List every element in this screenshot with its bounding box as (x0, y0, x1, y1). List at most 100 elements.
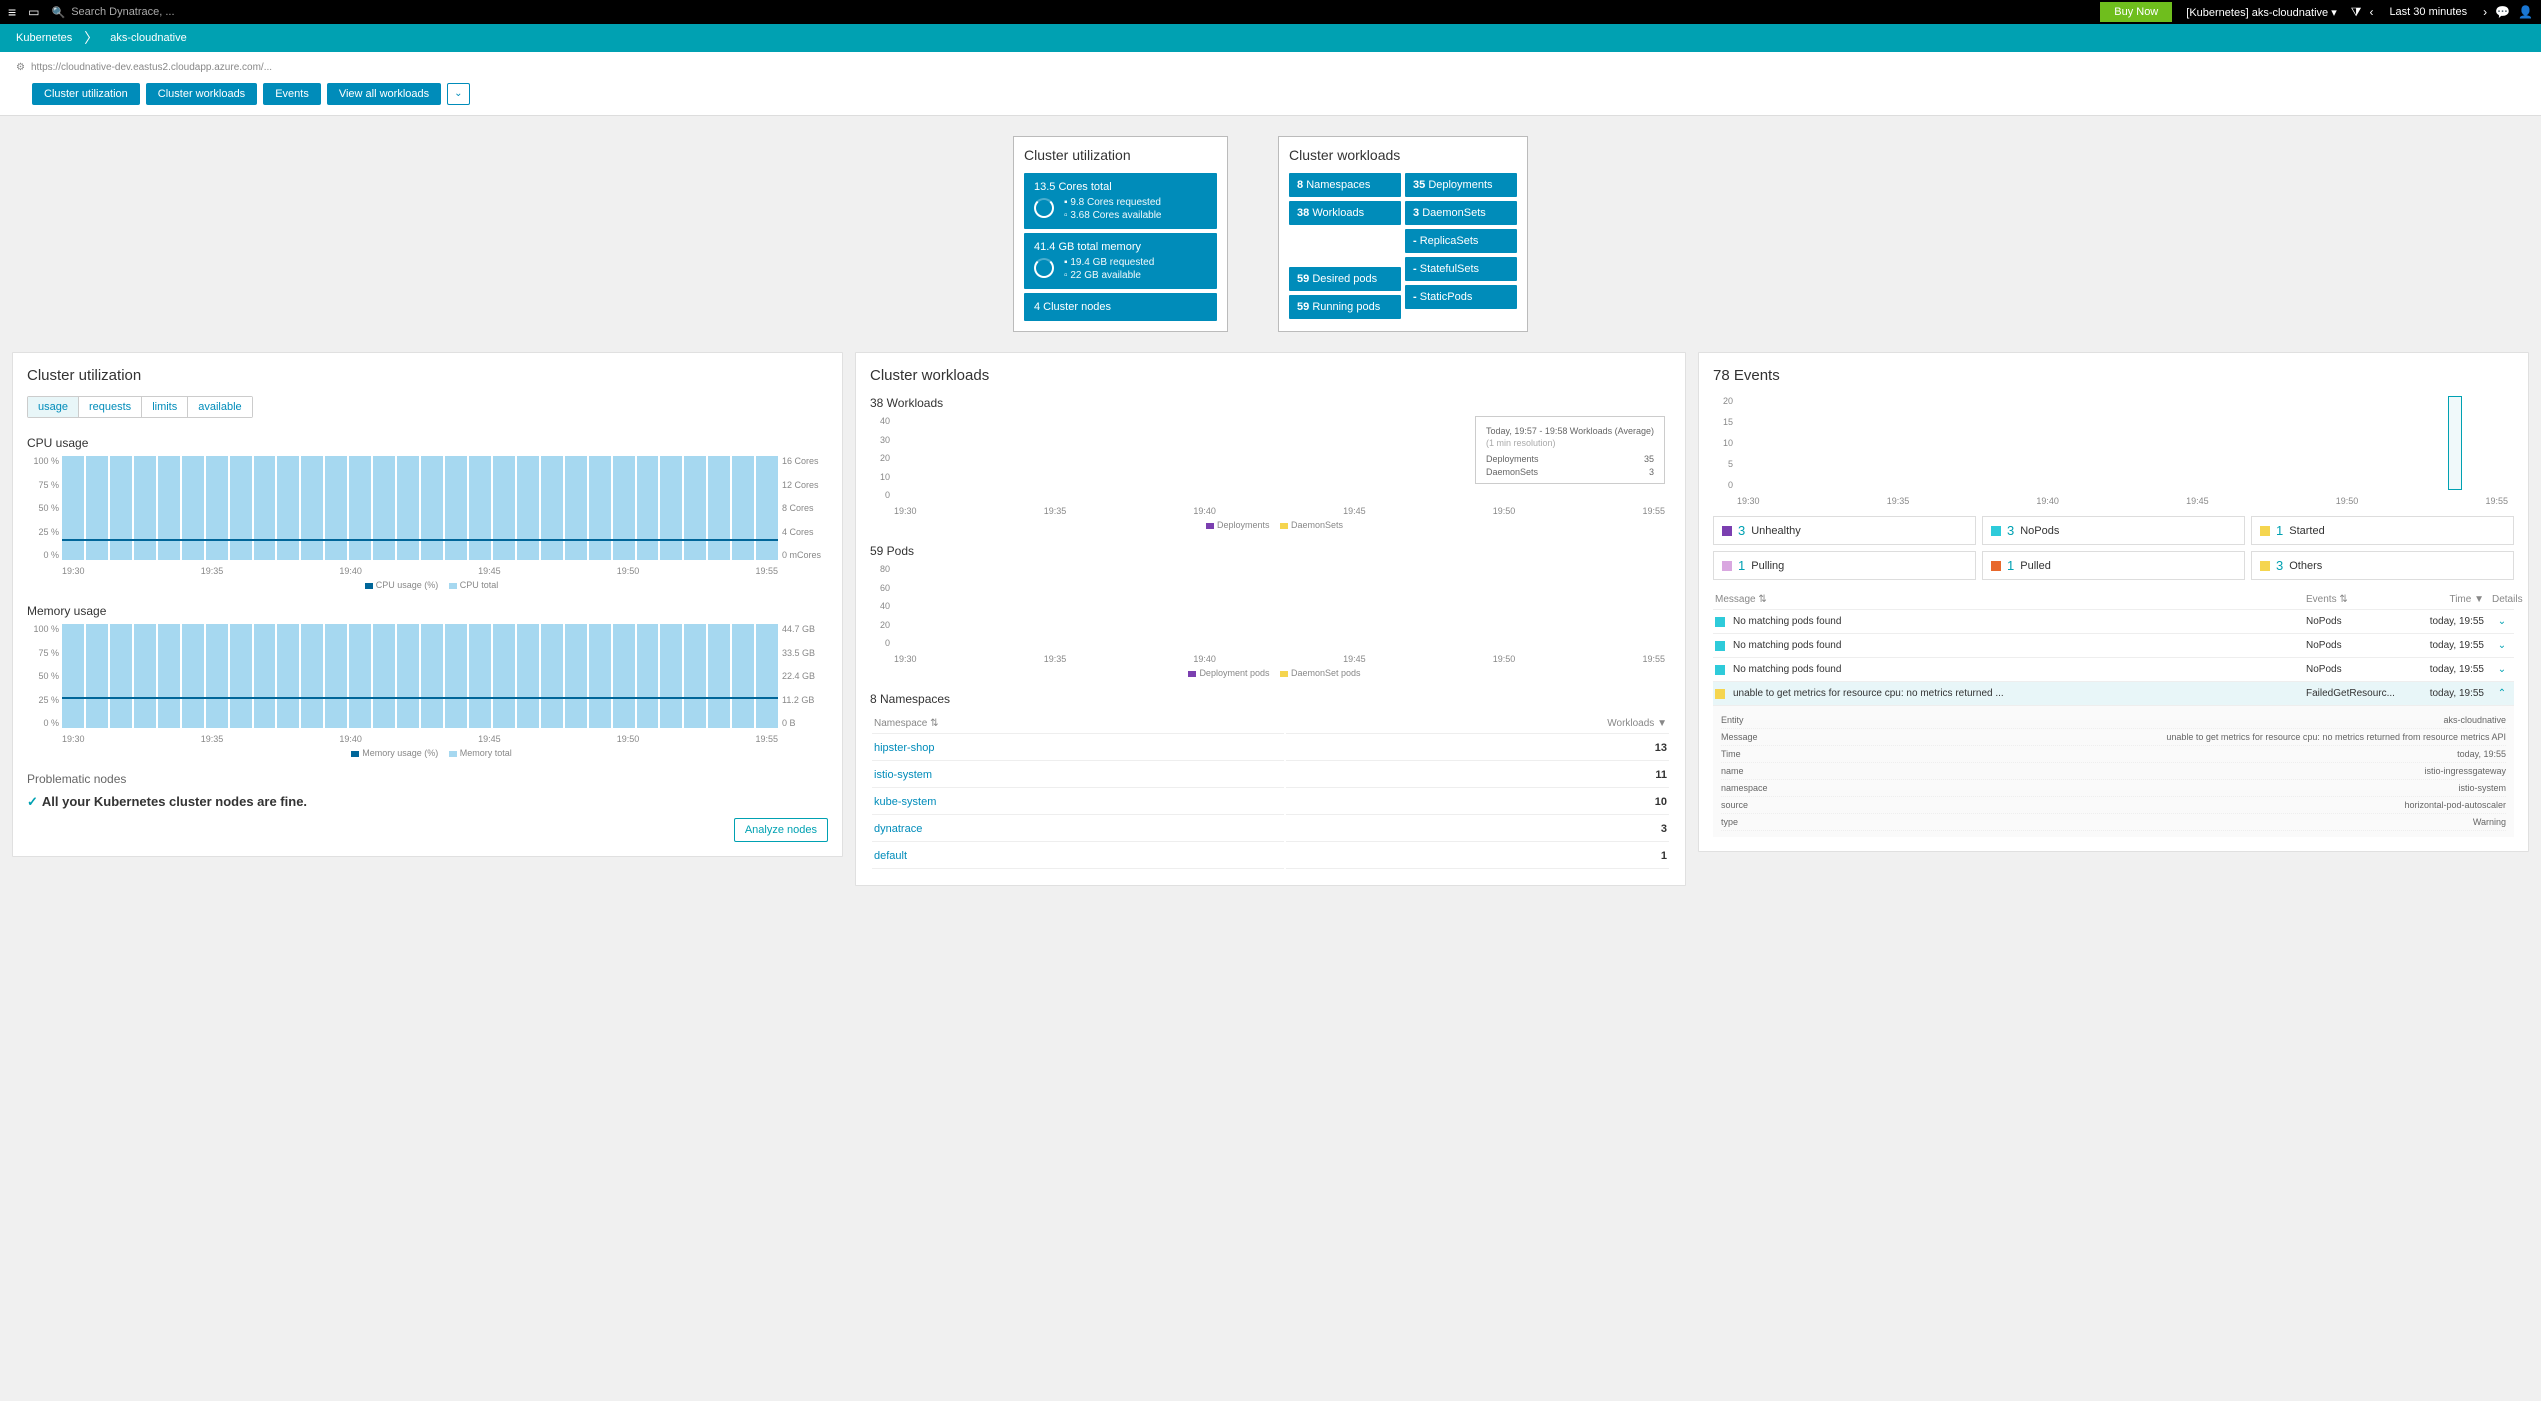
panel-title: Cluster utilization (27, 367, 828, 384)
event-details: Entityaks-cloudnativeMessageunable to ge… (1713, 706, 2514, 837)
hero-replicasets-tile[interactable]: - ReplicaSets (1405, 229, 1517, 253)
col-details: Details (2492, 594, 2512, 605)
hero-desired-tile[interactable]: 59 Desired pods (1289, 267, 1401, 291)
mem-chart-title: Memory usage (27, 604, 828, 618)
table-row[interactable]: kube-system10 (872, 790, 1669, 815)
workloads-chart-title: 38 Workloads (870, 396, 1671, 410)
hero-running-tile[interactable]: 59 Running pods (1289, 295, 1401, 319)
workloads-chart[interactable]: 403020100 19:3019:3519:4019:4519:5019:55… (870, 416, 1671, 516)
hero-cluster-workloads: Cluster workloads 8 Namespaces 38 Worklo… (1278, 136, 1528, 332)
hero-cluster-utilization: Cluster utilization 13.5 Cores total ▪ 9… (1013, 136, 1228, 332)
pods-legend: Deployment pods DaemonSet pods (870, 668, 1671, 678)
hero-section: Cluster utilization 13.5 Cores total ▪ 9… (0, 116, 2541, 352)
page-url: ⚙ https://cloudnative-dev.eastus2.clouda… (16, 62, 2525, 73)
hero-namespaces-tile[interactable]: 8 Namespaces (1289, 173, 1401, 197)
problematic-nodes-title: Problematic nodes (27, 772, 828, 786)
event-row[interactable]: No matching pods foundNoPodstoday, 19:55… (1713, 610, 2514, 634)
tab-more-dropdown[interactable]: ⌄ (447, 83, 469, 105)
hero-cores-tile[interactable]: 13.5 Cores total ▪ 9.8 Cores requested ▫… (1024, 173, 1217, 229)
legend-chip-pulled[interactable]: 1Pulled (1982, 551, 2245, 580)
main-content: Cluster utilization usage requests limit… (0, 352, 2541, 906)
check-icon: ✓ (27, 794, 38, 809)
breadcrumb: Kubernetes 〉 aks-cloudnative (0, 24, 2541, 52)
events-chart-selection (2448, 396, 2462, 490)
mem-chart[interactable]: 100 %75 %50 %25 %0 % 44.7 GB33.5 GB22.4 … (27, 624, 828, 744)
topbar: ≡ ▭ 🔍 Search Dynatrace, ... Buy Now [Kub… (0, 0, 2541, 24)
event-row[interactable]: No matching pods foundNoPodstoday, 19:55… (1713, 634, 2514, 658)
legend-chip-unhealthy[interactable]: 3Unhealthy (1713, 516, 1976, 545)
legend-chip-started[interactable]: 1Started (2251, 516, 2514, 545)
hero-work-title: Cluster workloads (1289, 147, 1517, 163)
col-events[interactable]: Events ⇅ (2306, 594, 2396, 605)
tab-events[interactable]: Events (263, 83, 321, 105)
event-row-expanded[interactable]: unable to get metrics for resource cpu: … (1713, 682, 2514, 706)
col-workloads[interactable]: Workloads ▼ (1286, 714, 1669, 734)
tab-cluster-utilization[interactable]: Cluster utilization (32, 83, 140, 105)
table-row[interactable]: hipster-shop13 (872, 736, 1669, 761)
cpu-legend: CPU usage (%) CPU total (27, 580, 828, 590)
table-row[interactable]: default1 (872, 844, 1669, 869)
events-chart[interactable]: 20151050 19:3019:3519:4019:4519:5019:55 (1713, 396, 2514, 506)
chevron-up-icon[interactable]: ⌃ (2492, 688, 2512, 699)
legend-chip-others[interactable]: 3Others (2251, 551, 2514, 580)
workloads-tooltip: Today, 19:57 - 19:58Workloads (Average) … (1475, 416, 1665, 484)
namespaces-table: Namespace ⇅ Workloads ▼ hipster-shop13is… (870, 712, 1671, 871)
event-color-swatch (1715, 689, 1725, 699)
tab-view-all-workloads[interactable]: View all workloads (327, 83, 441, 105)
events-table-header: Message ⇅ Events ⇅ Time ▼ Details (1713, 590, 2514, 610)
breadcrumb-current[interactable]: aks-cloudnative (102, 30, 194, 46)
cluster-selector[interactable]: [Kubernetes] aks-cloudnative ▾ (2180, 4, 2342, 21)
hero-statefulsets-tile[interactable]: - StatefulSets (1405, 257, 1517, 281)
toggle-limits[interactable]: limits (142, 397, 188, 417)
cpu-chart-title: CPU usage (27, 436, 828, 450)
filter-icon[interactable]: ⧩ (2351, 5, 2362, 20)
toggle-available[interactable]: available (188, 397, 251, 417)
tab-cluster-workloads[interactable]: Cluster workloads (146, 83, 257, 105)
cpu-chart[interactable]: 100 %75 %50 %25 %0 % 16 Cores12 Cores8 C… (27, 456, 828, 576)
search-icon[interactable]: 🔍 (52, 6, 66, 19)
menu-icon[interactable]: ≡ (8, 4, 16, 20)
time-range-selector[interactable]: Last 30 minutes (2381, 6, 2475, 18)
toggle-requests[interactable]: requests (79, 397, 142, 417)
page-header: ⚙ https://cloudnative-dev.eastus2.clouda… (0, 52, 2541, 116)
col-message[interactable]: Message ⇅ (1715, 594, 2298, 605)
col-namespace[interactable]: Namespace ⇅ (872, 714, 1284, 734)
globe-icon: ⚙ (16, 62, 25, 73)
legend-chip-pulling[interactable]: 1Pulling (1713, 551, 1976, 580)
buy-now-button[interactable]: Buy Now (2100, 2, 2172, 22)
hero-deployments-tile[interactable]: 35 Deployments (1405, 173, 1517, 197)
event-row[interactable]: No matching pods foundNoPodstoday, 19:55… (1713, 658, 2514, 682)
legend-chip-nopods[interactable]: 3NoPods (1982, 516, 2245, 545)
table-row[interactable]: istio-system11 (872, 763, 1669, 788)
user-icon[interactable]: 👤 (2518, 5, 2533, 19)
toggle-usage[interactable]: usage (28, 397, 79, 417)
hero-util-title: Cluster utilization (1024, 147, 1217, 163)
prev-time-icon[interactable]: ‹ (2369, 5, 2373, 19)
pods-chart[interactable]: 806040200 19:3019:3519:4019:4519:5019:55 (870, 564, 1671, 664)
breadcrumb-root[interactable]: Kubernetes (8, 30, 80, 46)
header-tabs: Cluster utilization Cluster workloads Ev… (32, 83, 2525, 105)
mem-legend: Memory usage (%) Memory total (27, 748, 828, 758)
chevron-down-icon[interactable]: ⌄ (2492, 640, 2512, 651)
next-time-icon[interactable]: › (2483, 5, 2487, 19)
chevron-down-icon[interactable]: ⌄ (2492, 616, 2512, 627)
hero-memory-tile[interactable]: 41.4 GB total memory ▪ 19.4 GB requested… (1024, 233, 1217, 289)
hero-workloads-tile[interactable]: 38 Workloads (1289, 201, 1401, 225)
col-time[interactable]: Time ▼ (2404, 594, 2484, 605)
gauge-icon (1034, 198, 1054, 218)
table-row[interactable]: dynatrace3 (872, 817, 1669, 842)
hero-daemonsets-tile[interactable]: 3 DaemonSets (1405, 201, 1517, 225)
panel-events: 78 Events 20151050 19:3019:3519:4019:451… (1698, 352, 2529, 852)
hero-staticpods-tile[interactable]: - StaticPods (1405, 285, 1517, 309)
hero-nodes-tile[interactable]: 4 Cluster nodes (1024, 293, 1217, 321)
events-legend: 3Unhealthy3NoPods1Started 1Pulling1Pulled… (1713, 516, 2514, 580)
gauge-icon (1034, 258, 1054, 278)
panel-cluster-utilization: Cluster utilization usage requests limit… (12, 352, 843, 857)
metric-toggle-group: usage requests limits available (27, 396, 253, 418)
chevron-down-icon[interactable]: ⌄ (2492, 664, 2512, 675)
search-input[interactable]: Search Dynatrace, ... (71, 6, 174, 18)
chat-icon[interactable]: 💬 (2495, 5, 2510, 19)
panel-title: 78 Events (1713, 367, 2514, 384)
analyze-nodes-button[interactable]: Analyze nodes (734, 818, 828, 842)
devices-icon[interactable]: ▭ (28, 5, 39, 19)
